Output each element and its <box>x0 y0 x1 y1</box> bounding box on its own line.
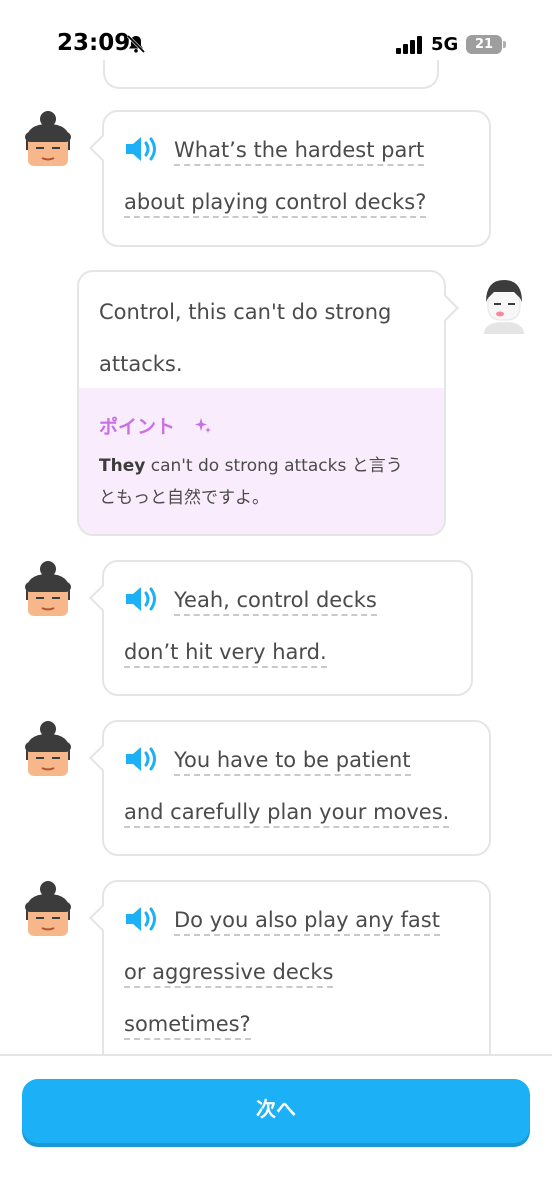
tip-title: ポイント <box>99 416 176 438</box>
speaker-icon[interactable] <box>124 135 160 163</box>
bot-message-3-text: You have to be patient and carefully pla… <box>124 734 475 838</box>
tip-body-bold: They <box>99 456 146 476</box>
speaker-icon[interactable] <box>124 585 160 613</box>
tip-body: They can't do strong attacks と言う ともっと自然で… <box>99 450 428 514</box>
bot-message-2-text: Yeah, control decks don’t hit very hard. <box>124 574 457 678</box>
message-line[interactable]: Do you also play any fast <box>174 908 440 936</box>
bell-slash-icon <box>126 34 146 54</box>
bot-message-3: You have to be patient and carefully pla… <box>89 720 491 856</box>
tip-body-rest: can't do strong attacks と言う <box>145 456 403 476</box>
message-line[interactable]: don’t hit very hard. <box>124 640 327 668</box>
speaker-icon[interactable] <box>124 905 160 933</box>
battery-indicator: 21 <box>466 35 502 54</box>
status-time: 23:09 <box>57 30 131 56</box>
network-type: 5G <box>431 34 459 55</box>
bot-avatar-icon <box>25 111 71 166</box>
footer-divider <box>0 1054 552 1056</box>
next-button[interactable]: 次へ <box>22 1079 530 1143</box>
signal-icon <box>396 36 422 54</box>
bot-message-1: What’s the hardest part about playing co… <box>89 110 491 247</box>
message-line[interactable]: and carefully plan your moves. <box>124 800 450 828</box>
user-avatar-icon <box>484 280 524 334</box>
sparkle-icon <box>195 418 211 433</box>
user-message: Control, this can't do strong attacks. ポ… <box>77 270 459 536</box>
message-line[interactable]: about playing control decks? <box>124 190 427 218</box>
bot-message-4-text: Do you also play any fast or aggressive … <box>124 894 475 1050</box>
bot-avatar-icon <box>25 881 71 936</box>
speaker-icon[interactable] <box>124 745 160 773</box>
message-line[interactable]: Yeah, control decks <box>174 588 377 616</box>
battery-tip <box>503 41 506 48</box>
bot-message-4: Do you also play any fast or aggressive … <box>89 880 491 1080</box>
message-line[interactable]: You have to be patient <box>174 748 411 776</box>
tip-body-line2: ともっと自然ですよ。 <box>99 488 269 508</box>
user-message-text: Control, this can't do strong attacks. <box>99 300 392 376</box>
message-line[interactable]: What’s the hardest part <box>174 138 425 166</box>
bot-message-1-text: What’s the hardest part about playing co… <box>124 124 475 228</box>
previous-message-bubble <box>103 60 439 89</box>
message-line[interactable]: sometimes? <box>124 1012 251 1040</box>
bot-avatar-icon <box>25 721 71 776</box>
tip-box: ポイント They can't do strong attacks と言う とも… <box>79 388 444 534</box>
message-line[interactable]: or aggressive decks <box>124 960 334 988</box>
bot-message-2: Yeah, control decks don’t hit very hard. <box>89 560 473 696</box>
bot-avatar-icon <box>25 561 71 616</box>
